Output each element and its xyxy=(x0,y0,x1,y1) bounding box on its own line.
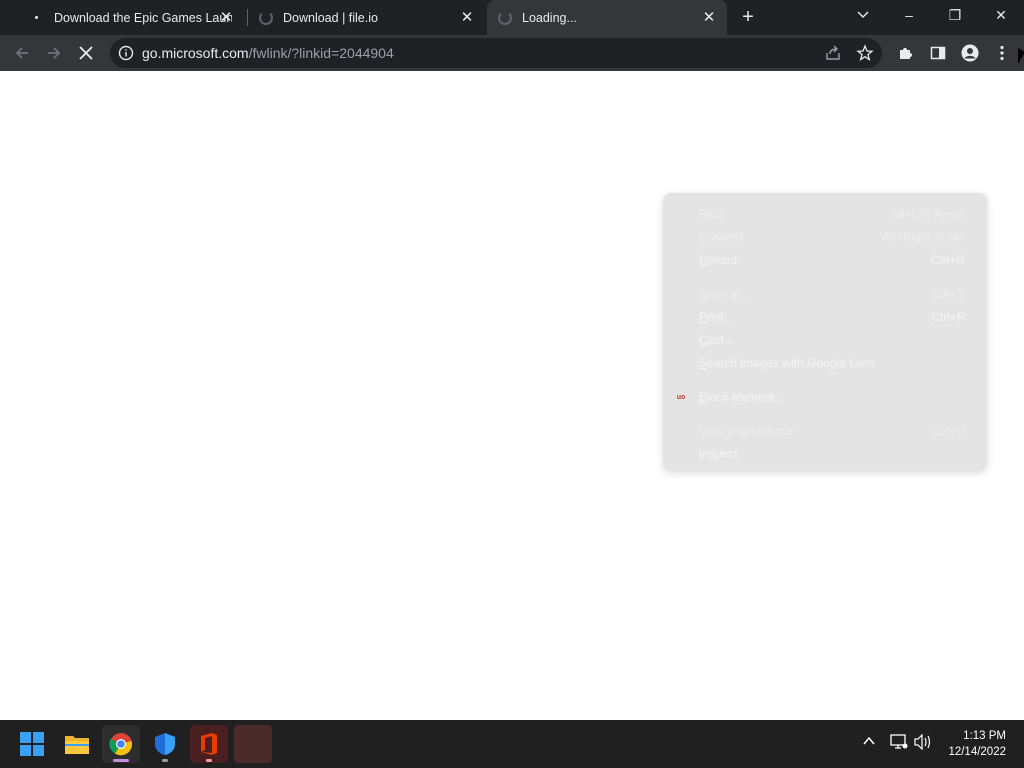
network-icon xyxy=(890,734,908,749)
menu-item-shortcut: Ctrl+S xyxy=(931,287,965,301)
tab-search-icon[interactable] xyxy=(840,0,886,30)
menu-item-label: Block element... xyxy=(699,390,785,404)
chevron-up-icon xyxy=(863,736,875,745)
menu-item-shortcut: Alt+Right Arrow xyxy=(881,230,965,244)
loading-spinner-icon xyxy=(259,10,273,25)
context-menu: Back Alt+Left Arrow Forward Alt+Right Ar… xyxy=(663,193,987,471)
side-panel-button[interactable] xyxy=(924,39,952,67)
share-icon[interactable] xyxy=(824,44,842,62)
close-tab-icon[interactable]: ✕ xyxy=(218,9,234,26)
clock[interactable]: 1:13 PM 12/14/2022 xyxy=(948,728,1006,760)
office-icon xyxy=(201,733,217,755)
menu-item-shortcut: Ctrl+U xyxy=(930,424,965,438)
menu-item-label: Cast... xyxy=(699,333,734,347)
clock-date: 12/14/2022 xyxy=(948,746,1006,758)
start-button[interactable] xyxy=(13,725,51,763)
menu-item-save-as[interactable]: Save as... Ctrl+S xyxy=(663,283,987,305)
close-window-button[interactable]: ✕ xyxy=(978,0,1024,30)
menu-item-shortcut: Alt+Left Arrow xyxy=(889,207,965,221)
app-placeholder-button[interactable] xyxy=(234,725,272,763)
running-app-indicator xyxy=(162,759,168,762)
menu-item-shortcut: Ctrl+R xyxy=(930,253,965,267)
forward-button[interactable] xyxy=(40,39,68,67)
site-info-icon[interactable] xyxy=(118,45,134,61)
tab-dot-icon xyxy=(30,12,42,24)
tab-title: Download the Epic Games Launch xyxy=(54,10,232,25)
tab-file-io[interactable]: Download | file.io ✕ xyxy=(248,0,485,35)
menu-item-label: Print... xyxy=(699,310,734,324)
mouse-cursor xyxy=(1018,48,1024,64)
menu-item-cast[interactable]: Cast... xyxy=(663,329,987,351)
url-host: go.microsoft.com xyxy=(142,45,249,61)
extensions-button[interactable] xyxy=(892,39,920,67)
back-button[interactable] xyxy=(8,39,36,67)
tab-title: Download | file.io xyxy=(283,10,378,25)
address-bar[interactable]: go.microsoft.com/fwlink/?linkid=2044904 xyxy=(110,38,882,68)
url-path: /fwlink/?linkid=2044904 xyxy=(248,45,394,61)
office-button[interactable] xyxy=(190,725,228,763)
menu-item-reload[interactable]: Reload Ctrl+R xyxy=(663,249,987,271)
chrome-button[interactable] xyxy=(102,725,140,763)
loading-spinner-icon xyxy=(498,10,512,25)
running-app-indicator xyxy=(206,759,212,762)
tab-loading[interactable]: Loading... ✕ xyxy=(487,0,727,35)
show-hidden-icons-button[interactable] xyxy=(862,734,876,751)
menu-item-label: Forward xyxy=(699,230,744,244)
active-app-indicator xyxy=(113,759,129,762)
menu-item-label: Search images with Google Lens xyxy=(699,356,876,370)
side-panel-icon xyxy=(930,46,946,60)
menu-item-label: Save as... xyxy=(699,287,753,301)
tab-strip: Download the Epic Games Launch ✕ Downloa… xyxy=(0,0,1024,35)
speaker-icon xyxy=(914,733,931,751)
url-text: go.microsoft.com/fwlink/?linkid=2044904 xyxy=(142,45,394,61)
profile-avatar-icon xyxy=(961,44,979,62)
menu-item-print[interactable]: Print... Ctrl+P xyxy=(663,306,987,328)
close-tab-icon[interactable]: ✕ xyxy=(459,9,475,26)
bookmark-star-icon[interactable] xyxy=(856,44,874,62)
file-explorer-button[interactable] xyxy=(58,725,96,763)
profile-button[interactable] xyxy=(956,39,984,67)
menu-item-inspect[interactable]: Inspect xyxy=(663,443,987,465)
close-tab-icon[interactable]: ✕ xyxy=(701,9,717,26)
taskbar: 1:13 PM 12/14/2022 xyxy=(0,720,1024,768)
menu-item-back[interactable]: Back Alt+Left Arrow xyxy=(663,203,987,225)
back-arrow-icon xyxy=(15,47,28,59)
stop-loading-button[interactable] xyxy=(72,39,100,67)
browser-toolbar: go.microsoft.com/fwlink/?linkid=2044904 xyxy=(0,35,1024,71)
menu-item-view-source[interactable]: View page source Ctrl+U xyxy=(663,420,987,442)
stop-x-icon xyxy=(79,46,93,60)
menu-item-label: Reload xyxy=(699,253,738,267)
chrome-icon xyxy=(109,733,133,756)
menu-item-label: Back xyxy=(699,207,726,221)
network-button[interactable] xyxy=(890,734,908,753)
menu-item-shortcut: Ctrl+P xyxy=(931,310,965,324)
volume-button[interactable] xyxy=(914,733,932,753)
tab-epic-games[interactable]: Download the Epic Games Launch ✕ xyxy=(8,0,244,35)
tab-title: Loading... xyxy=(522,10,577,25)
menu-item-label: View page source xyxy=(699,424,795,438)
restore-button[interactable]: ❐ xyxy=(932,0,978,30)
ublock-icon: uo xyxy=(676,393,686,401)
menu-item-google-lens[interactable]: Search images with Google Lens xyxy=(663,352,987,374)
windows-logo-icon xyxy=(20,732,44,756)
menu-button[interactable] xyxy=(988,39,1016,67)
folder-icon xyxy=(65,736,89,754)
shield-icon xyxy=(155,733,175,755)
kebab-menu-icon xyxy=(1000,45,1004,61)
forward-arrow-icon xyxy=(48,47,61,59)
menu-item-forward[interactable]: Forward Alt+Right Arrow xyxy=(663,226,987,248)
windows-security-button[interactable] xyxy=(146,725,184,763)
new-tab-button[interactable]: + xyxy=(738,6,758,28)
menu-item-block-element[interactable]: uo Block element... xyxy=(663,386,987,408)
clock-time: 1:13 PM xyxy=(963,730,1006,742)
puzzle-icon xyxy=(900,48,912,59)
minimize-button[interactable]: – xyxy=(886,0,932,30)
menu-item-label: Inspect xyxy=(699,447,738,461)
